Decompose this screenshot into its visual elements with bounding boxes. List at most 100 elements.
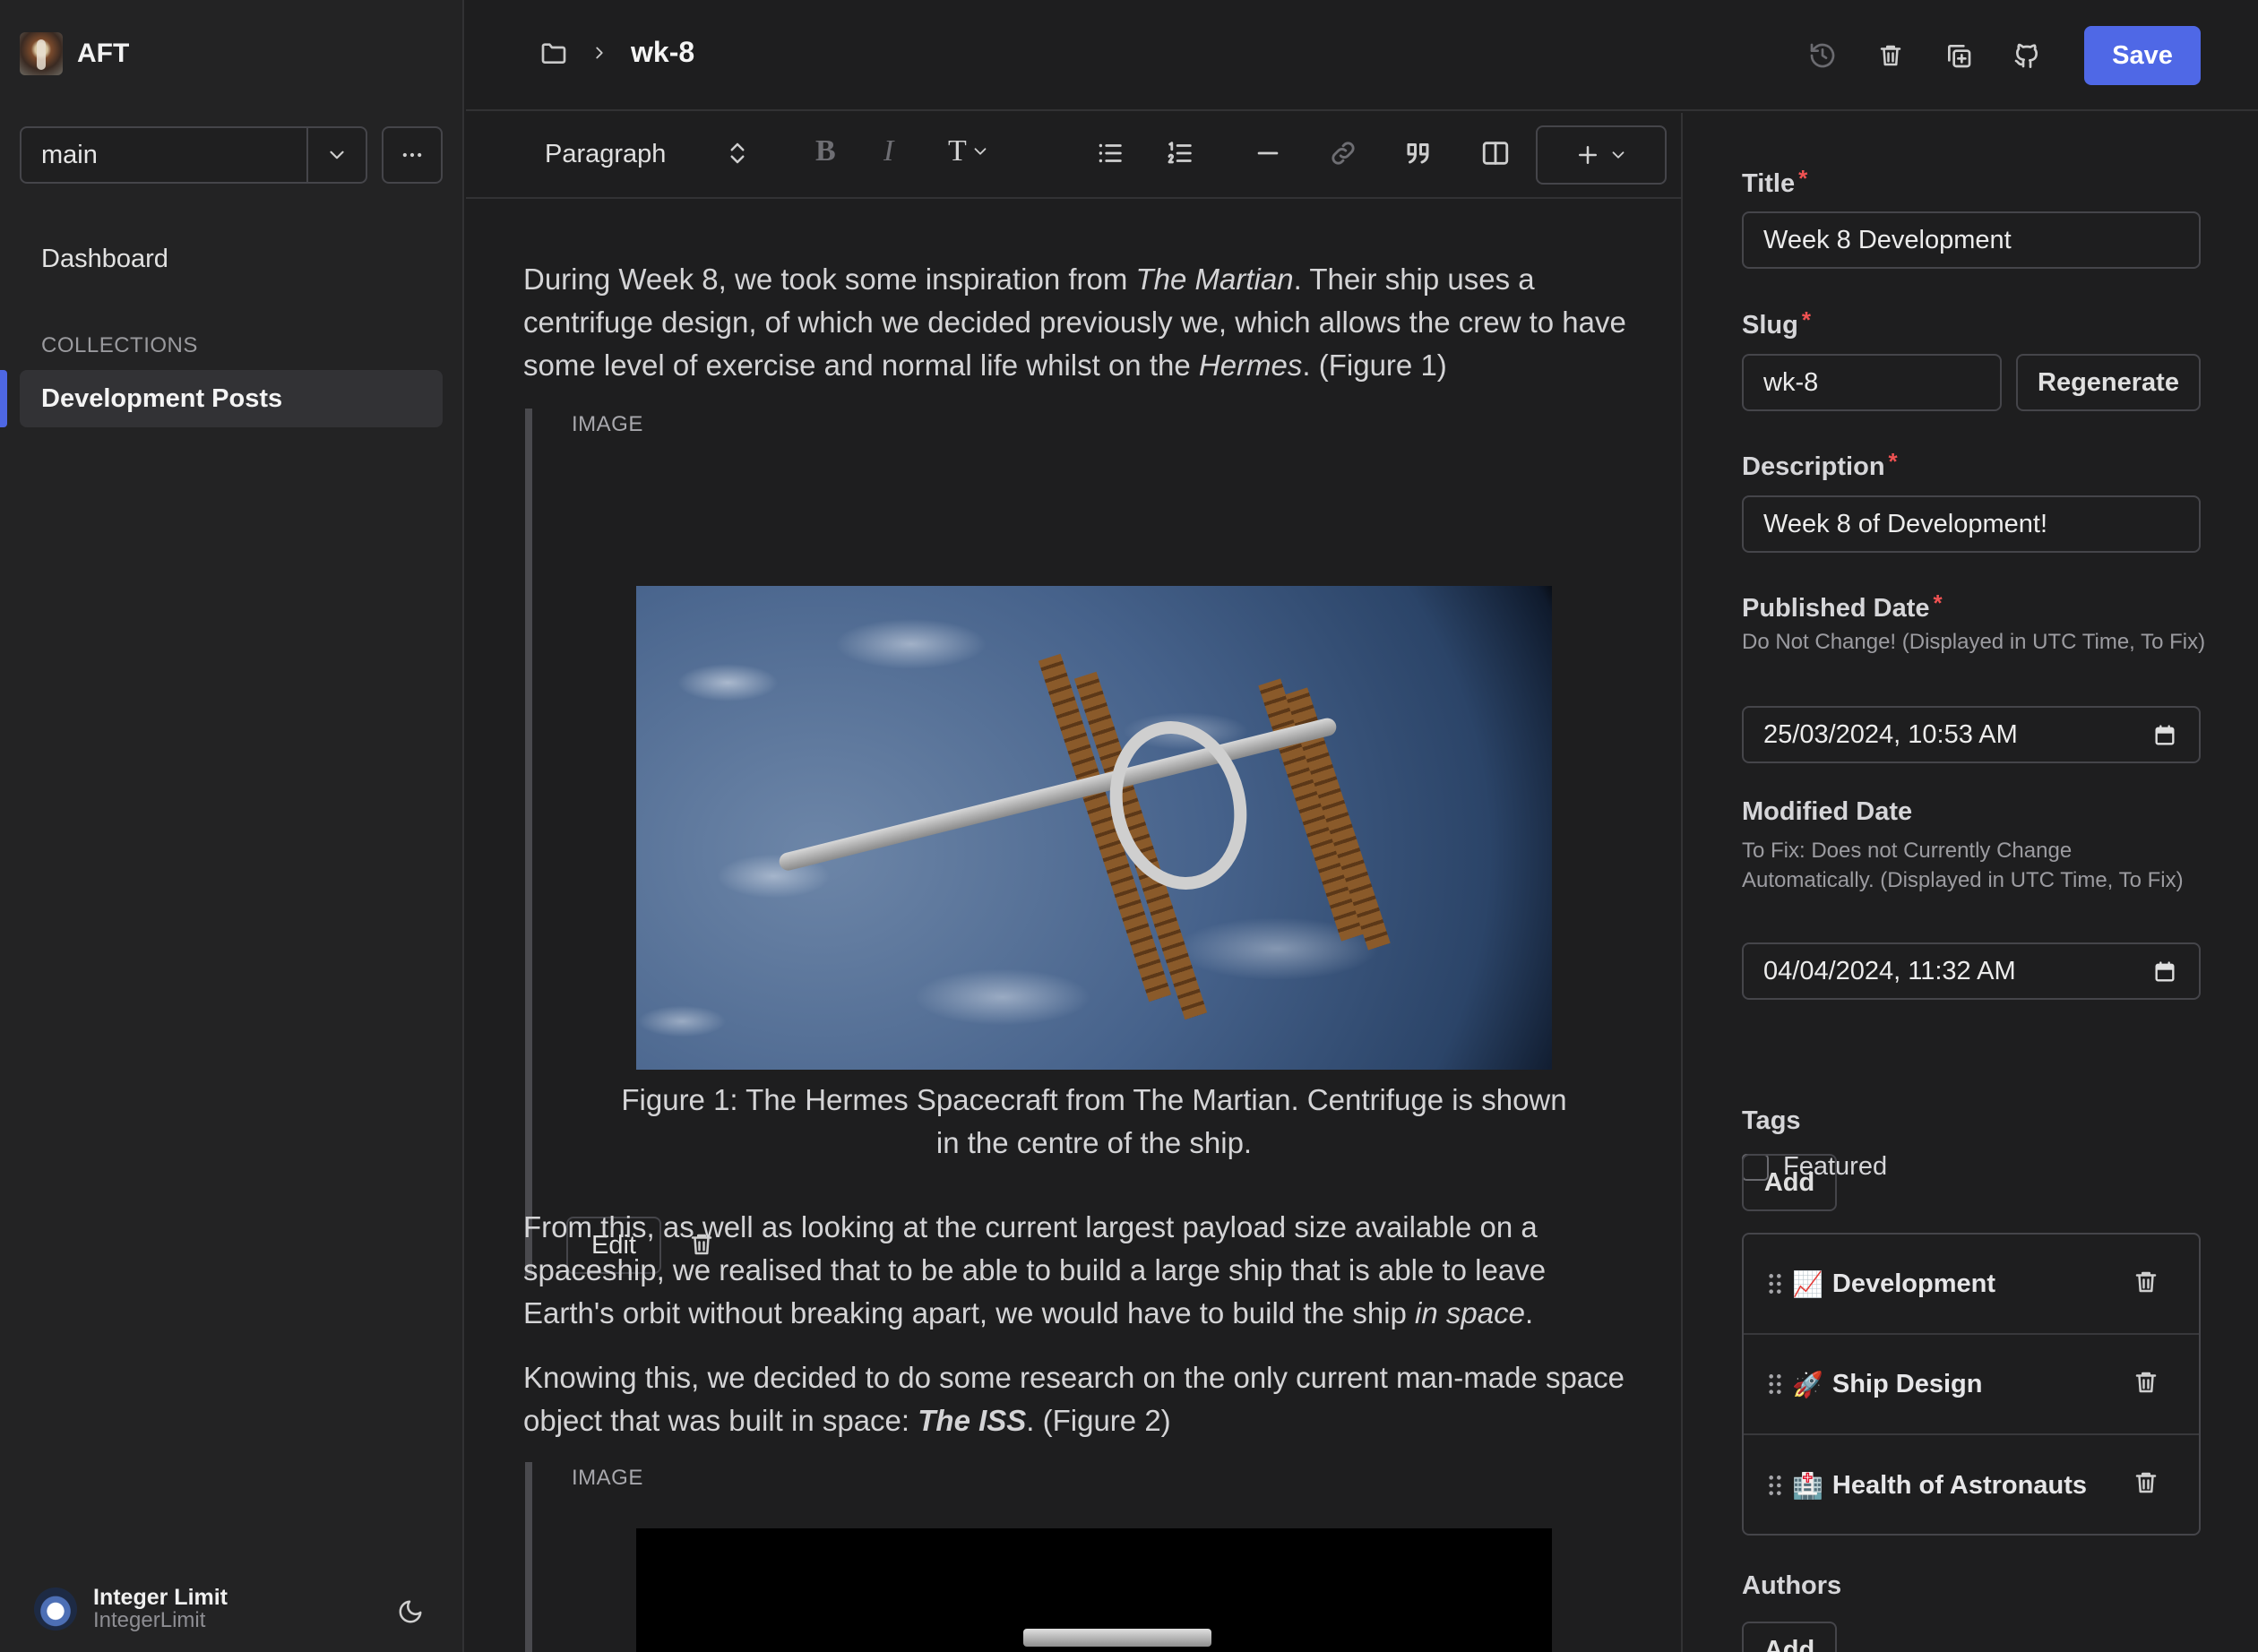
calendar-icon[interactable] xyxy=(2152,959,2177,985)
description-field[interactable]: Week 8 of Development! xyxy=(1742,495,2201,553)
tag-name: Development xyxy=(1831,1269,1995,1298)
user-handle: IntegerLimit xyxy=(93,1608,206,1632)
description-label: Description * xyxy=(1742,448,1898,481)
figure-2-image xyxy=(636,1528,1552,1652)
ordered-list-icon[interactable] xyxy=(1165,138,1195,168)
theme-toggle-moon-icon[interactable] xyxy=(397,1598,424,1625)
chevron-down-icon[interactable] xyxy=(306,128,366,182)
italic-run: in space xyxy=(1415,1296,1525,1329)
add-tag-button[interactable]: Add xyxy=(1742,1154,1837,1211)
modified-date-label: Modified Date xyxy=(1742,797,1913,826)
slug-field[interactable]: wk-8 xyxy=(1742,354,2002,411)
image-block-label: IMAGE xyxy=(572,412,643,436)
columns-layout-icon[interactable] xyxy=(1480,138,1511,168)
duplicate-icon[interactable] xyxy=(1925,26,1993,85)
more-horizontal-icon xyxy=(402,152,422,158)
published-date-help: Do Not Change! (Displayed in UTC Time, T… xyxy=(1742,630,2206,654)
chevron-right-icon xyxy=(590,43,609,63)
remove-tag-trash-icon[interactable] xyxy=(2133,1269,2159,1295)
sidebar: AFT main Dashboard COLLECTIONS Developme… xyxy=(0,0,464,1652)
text-run: During Week 8, we took some inspiration … xyxy=(523,262,1136,296)
chevron-down-icon xyxy=(974,148,987,155)
nav-item-development-posts[interactable]: Development Posts xyxy=(20,370,443,427)
italic-button[interactable]: I xyxy=(883,134,893,168)
regenerate-slug-button[interactable]: Regenerate xyxy=(2016,354,2201,411)
remove-tag-trash-icon[interactable] xyxy=(2133,1469,2159,1496)
slug-label: Slug * xyxy=(1742,306,1811,340)
image-block-label: IMAGE xyxy=(572,1466,643,1490)
editor-toolbar: Paragraph B I T xyxy=(466,113,1683,199)
app-logo xyxy=(20,32,63,75)
text-run: . xyxy=(1524,1296,1534,1329)
published-date-field[interactable]: 25/03/2024, 10:53 AM xyxy=(1742,706,2201,763)
title-field[interactable]: Week 8 Development xyxy=(1742,211,2201,269)
tag-item[interactable]: 🚀 Ship Design xyxy=(1744,1335,2199,1435)
tags-list: 📈 Development 🚀 Ship Design 🏥 Health of … xyxy=(1742,1233,2201,1536)
chevrons-up-down-icon[interactable] xyxy=(724,140,751,167)
block-type-select[interactable]: Paragraph xyxy=(545,140,666,169)
link-icon[interactable] xyxy=(1328,138,1358,168)
branch-controls: main xyxy=(20,126,443,184)
figure-1-caption: Figure 1: The Hermes Spacecraft from The… xyxy=(621,1083,1567,1159)
remove-tag-trash-icon[interactable] xyxy=(2133,1369,2159,1396)
bold-button[interactable]: B xyxy=(815,134,836,168)
modified-date-value: 04/04/2024, 11:32 AM xyxy=(1763,956,2016,985)
tag-emoji: 🏥 xyxy=(1792,1470,1823,1501)
folder-icon[interactable] xyxy=(539,39,568,67)
page-title: wk-8 xyxy=(631,36,695,68)
drag-handle-icon[interactable] xyxy=(1767,1474,1783,1497)
active-indicator xyxy=(0,370,7,427)
brand[interactable]: AFT xyxy=(20,32,129,75)
text-run: . (Figure 2) xyxy=(1026,1404,1171,1437)
published-date-value: 25/03/2024, 10:53 AM xyxy=(1763,719,2018,749)
breadcrumb: wk-8 xyxy=(539,36,694,69)
nav-section-collections: COLLECTIONS xyxy=(41,333,198,357)
paragraph-3[interactable]: Knowing this, we decided to do some rese… xyxy=(523,1356,1643,1442)
chevron-down-icon xyxy=(1612,151,1625,159)
content-editor: Paragraph B I T During Week 8, we took s… xyxy=(466,113,1683,1652)
required-mark: * xyxy=(1933,589,1943,616)
bullet-list-icon[interactable] xyxy=(1095,138,1125,168)
github-icon[interactable] xyxy=(1993,26,2061,85)
branch-value: main xyxy=(41,140,98,169)
branch-menu-button[interactable] xyxy=(382,126,443,184)
drag-handle-icon[interactable] xyxy=(1767,1272,1783,1295)
app-name: AFT xyxy=(77,39,130,68)
published-date-label: Published Date * xyxy=(1742,589,1943,623)
delete-entry-trash-icon[interactable] xyxy=(1857,26,1925,85)
paragraph-2[interactable]: From this, as well as looking at the cur… xyxy=(523,1206,1643,1335)
italic-run: Hermes xyxy=(1198,348,1303,382)
required-mark: * xyxy=(1798,165,1808,192)
required-mark: * xyxy=(1888,448,1898,475)
entry-fields-panel: Title * Week 8 Development Slug * wk-8 Reg… xyxy=(1685,113,2258,1652)
save-button[interactable]: Save xyxy=(2084,26,2201,85)
insert-block-menu[interactable] xyxy=(1536,125,1667,185)
divider-icon[interactable] xyxy=(1253,138,1283,168)
entry-actions: Save xyxy=(1788,26,2258,85)
user-menu[interactable]: Integer Limit IntegerLimit xyxy=(34,1586,228,1632)
title-label: Title * xyxy=(1742,165,1808,198)
authors-label: Authors xyxy=(1742,1571,1842,1600)
nav-dashboard[interactable]: Dashboard xyxy=(41,245,168,274)
text-style-icon: T xyxy=(948,134,967,168)
tag-item[interactable]: 📈 Development xyxy=(1744,1235,2199,1335)
text-run: From this, as well as looking at the cur… xyxy=(523,1210,1547,1329)
modified-date-help: To Fix: Does not Currently Change Automa… xyxy=(1742,839,2184,892)
entry-header: wk-8 Save xyxy=(466,0,2258,111)
history-icon[interactable] xyxy=(1788,26,1857,85)
figure-1-image xyxy=(636,586,1552,1070)
tag-emoji: 🚀 xyxy=(1792,1369,1823,1399)
required-mark: * xyxy=(1801,306,1811,333)
drag-handle-icon[interactable] xyxy=(1767,1372,1783,1396)
bold-italic-run: The ISS xyxy=(918,1404,1027,1437)
add-author-button[interactable]: Add xyxy=(1742,1622,1837,1652)
tag-emoji: 📈 xyxy=(1792,1269,1823,1299)
tag-item[interactable]: 🏥 Health of Astronauts xyxy=(1744,1435,2199,1534)
calendar-icon[interactable] xyxy=(2152,723,2177,748)
avatar xyxy=(34,1587,77,1630)
paragraph-1[interactable]: During Week 8, we took some inspiration … xyxy=(523,258,1643,387)
modified-date-field[interactable]: 04/04/2024, 11:32 AM xyxy=(1742,942,2201,1000)
text-style-menu[interactable]: T xyxy=(948,134,990,168)
branch-select[interactable]: main xyxy=(20,126,367,184)
blockquote-icon[interactable] xyxy=(1403,138,1435,170)
